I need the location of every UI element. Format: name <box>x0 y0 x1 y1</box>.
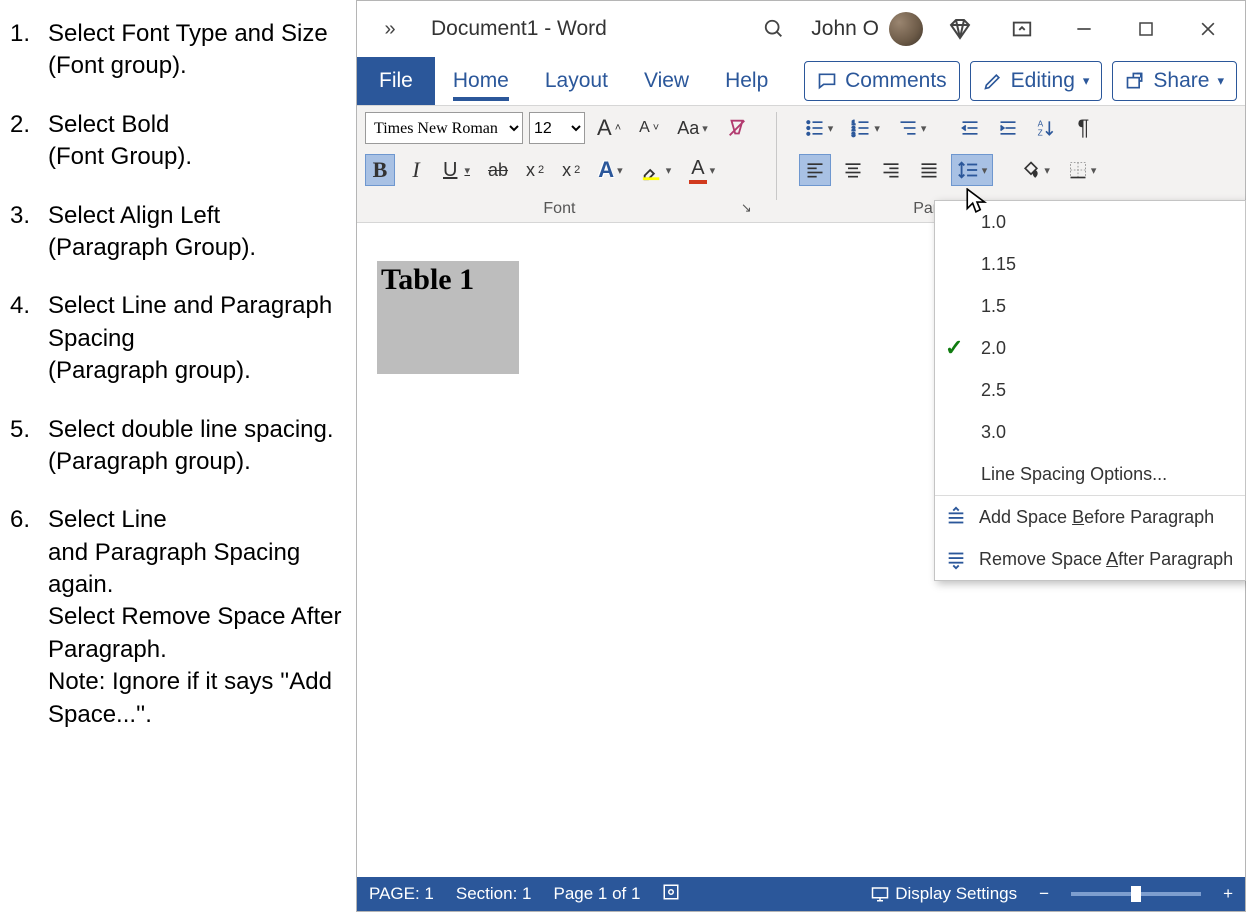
sort-button[interactable]: AZ <box>1030 112 1062 144</box>
line-spacing-button[interactable]: ▾ <box>951 154 994 186</box>
tab-row: File Home Layout View Help Comments Edit… <box>357 57 1245 105</box>
text-effects-button[interactable]: A▾ <box>592 154 628 186</box>
tab-view[interactable]: View <box>626 57 707 105</box>
remove-space-after-button[interactable]: Remove Space After Paragraph <box>935 538 1245 580</box>
zoom-out-button[interactable]: − <box>1039 884 1049 904</box>
align-center-button[interactable] <box>837 154 869 186</box>
line-spacing-option[interactable]: 3.0 <box>935 411 1245 453</box>
bold-button[interactable]: B <box>365 154 395 186</box>
ribbon-overflow-icon[interactable]: » <box>367 18 413 41</box>
line-spacing-options-button[interactable]: Line Spacing Options... <box>935 453 1245 495</box>
zoom-in-button[interactable]: + <box>1223 884 1233 904</box>
font-size-select[interactable]: 12 <box>529 112 585 144</box>
shrink-font-button[interactable]: A˅ <box>633 112 665 144</box>
maximize-icon[interactable] <box>1115 5 1177 53</box>
status-page[interactable]: PAGE: 1 <box>369 884 434 904</box>
change-case-button[interactable]: Aa▾ <box>671 112 714 144</box>
status-section[interactable]: Section: 1 <box>456 884 532 904</box>
tab-home[interactable]: Home <box>435 57 527 105</box>
chevron-down-icon: ▾ <box>1217 73 1224 89</box>
justify-button[interactable] <box>913 154 945 186</box>
step-number: 2. <box>8 109 48 174</box>
tab-layout[interactable]: Layout <box>527 57 626 105</box>
clear-formatting-button[interactable] <box>720 112 754 144</box>
underline-button[interactable]: U▾ <box>437 154 476 186</box>
font-name-select[interactable]: Times New Roman <box>365 112 523 144</box>
avatar <box>889 12 923 46</box>
strikethrough-button[interactable]: ab <box>482 154 514 186</box>
step-number: 3. <box>8 200 48 265</box>
highlight-button[interactable]: ▾ <box>635 154 678 186</box>
instructions-panel: 1.Select Font Type and Size (Font group)… <box>0 0 355 912</box>
subscript-button[interactable]: x2 <box>520 154 550 186</box>
italic-button[interactable]: I <box>401 154 431 186</box>
line-spacing-option[interactable]: 2.5 <box>935 369 1245 411</box>
step-number: 1. <box>8 18 48 83</box>
tab-help[interactable]: Help <box>707 57 786 105</box>
minimize-icon[interactable] <box>1053 5 1115 53</box>
line-spacing-menu: 1.0 1.15 1.5 ✓2.0 2.5 3.0 Line Spacing O… <box>934 200 1246 581</box>
step-number: 4. <box>8 290 48 387</box>
font-color-button[interactable]: A▾ <box>683 154 721 186</box>
line-spacing-option[interactable]: 1.15 <box>935 243 1245 285</box>
comments-button[interactable]: Comments <box>804 61 960 101</box>
svg-text:3: 3 <box>852 132 855 138</box>
share-button[interactable]: Share ▾ <box>1112 61 1237 101</box>
increase-indent-button[interactable] <box>992 112 1024 144</box>
bullets-button[interactable]: ▾ <box>799 112 840 144</box>
multilevel-list-button[interactable]: ▾ <box>892 112 933 144</box>
grow-font-button[interactable]: A˄ <box>591 112 627 144</box>
status-bar: PAGE: 1 Section: 1 Page 1 of 1 Display S… <box>357 877 1245 911</box>
dialog-launcher-icon[interactable]: ↘ <box>741 200 752 216</box>
status-page-of[interactable]: Page 1 of 1 <box>554 884 641 904</box>
account-user[interactable]: John O <box>811 12 923 46</box>
macro-icon[interactable] <box>662 883 680 906</box>
step-text: Select double line spacing. (Paragraph g… <box>48 414 349 479</box>
titlebar: » Document1 - Word John O <box>357 1 1245 57</box>
superscript-button[interactable]: x2 <box>556 154 586 186</box>
line-spacing-option[interactable]: 1.5 <box>935 285 1245 327</box>
close-icon[interactable] <box>1177 5 1239 53</box>
line-spacing-option[interactable]: 1.0 <box>935 201 1245 243</box>
display-settings-button[interactable]: Display Settings <box>871 884 1017 904</box>
borders-button[interactable]: ▾ <box>1062 154 1103 186</box>
comments-label: Comments <box>845 69 947 93</box>
decrease-indent-button[interactable] <box>954 112 986 144</box>
step-text: Select Bold (Font Group). <box>48 109 349 174</box>
step-text: Select Line and Paragraph Spacing (Parag… <box>48 290 349 387</box>
step-number: 6. <box>8 504 48 731</box>
svg-text:Z: Z <box>1038 128 1043 138</box>
zoom-slider[interactable] <box>1071 892 1201 896</box>
document-text[interactable]: Table 1 <box>381 263 474 297</box>
editing-button[interactable]: Editing ▾ <box>970 61 1103 101</box>
search-icon[interactable] <box>743 5 805 53</box>
user-name: John O <box>811 17 879 41</box>
show-hide-button[interactable]: ¶ <box>1068 112 1098 144</box>
numbering-button[interactable]: 123▾ <box>845 112 886 144</box>
step-number: 5. <box>8 414 48 479</box>
ribbon-display-icon[interactable] <box>991 5 1053 53</box>
share-label: Share <box>1153 69 1209 93</box>
tab-file[interactable]: File <box>357 57 435 105</box>
step-text: Select Align Left (Paragraph Group). <box>48 200 349 265</box>
add-space-before-button[interactable]: Add Space Before Paragraph <box>935 496 1245 538</box>
shading-button[interactable]: ▾ <box>1015 154 1056 186</box>
align-right-button[interactable] <box>875 154 907 186</box>
document-title: Document1 - Word <box>431 17 607 41</box>
align-left-button[interactable] <box>799 154 831 186</box>
premium-diamond-icon[interactable] <box>929 5 991 53</box>
line-spacing-option-selected[interactable]: ✓2.0 <box>935 327 1245 369</box>
check-icon: ✓ <box>945 335 963 361</box>
editing-label: Editing <box>1011 69 1075 93</box>
font-group-label: Font ↘ <box>365 196 754 222</box>
font-group: Times New Roman 12 A˄ A˅ Aa▾ B I U▾ <box>365 112 754 222</box>
step-text: Select Line and Paragraph Spacing again.… <box>48 504 349 731</box>
step-text: Select Font Type and Size (Font group). <box>48 18 349 83</box>
chevron-down-icon: ▾ <box>1083 73 1090 89</box>
